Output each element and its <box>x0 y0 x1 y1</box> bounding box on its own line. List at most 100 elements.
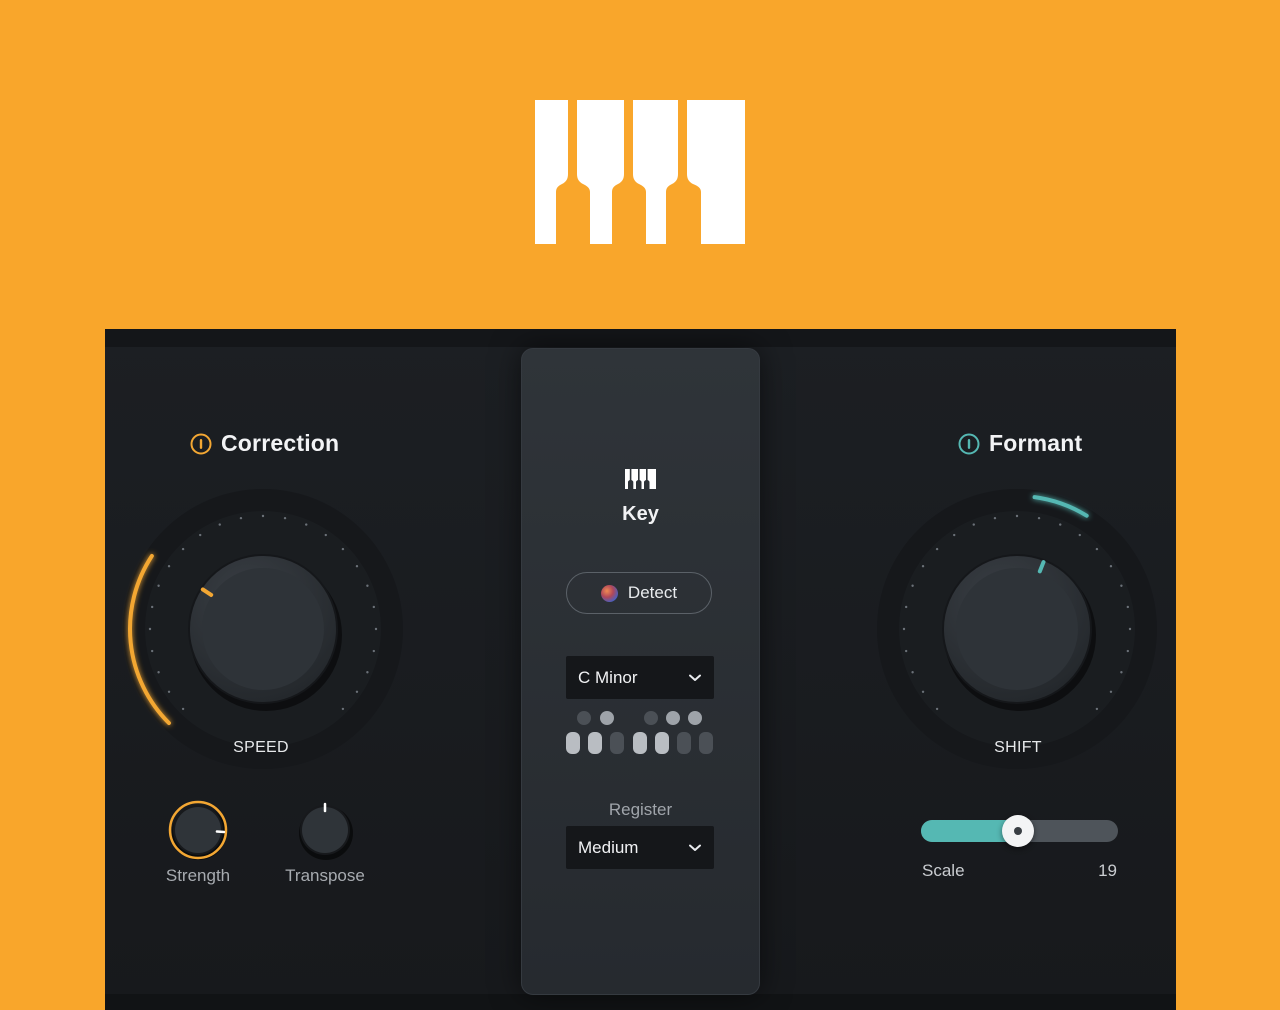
dial-tick <box>1095 547 1099 551</box>
dial-tick <box>239 516 243 520</box>
dial-tick <box>366 671 369 674</box>
dial-tick <box>904 649 908 653</box>
scale-white-key <box>677 732 691 754</box>
scale-white-key <box>655 732 669 754</box>
correction-header: Correction <box>190 430 339 457</box>
dial-tick <box>148 627 152 631</box>
dial-tick <box>1015 514 1019 518</box>
dial-tick <box>911 671 914 674</box>
dial-tick <box>218 523 221 526</box>
piano-logo-icon <box>535 100 745 244</box>
dial-tick <box>150 605 154 609</box>
dial-tick <box>1059 523 1062 526</box>
dial-tick <box>1037 516 1041 520</box>
dial-tick <box>341 547 345 551</box>
dial-tick <box>1126 605 1130 609</box>
dial-tick <box>1128 627 1132 631</box>
dial-tick <box>911 584 914 587</box>
register-select-value: Medium <box>578 837 639 857</box>
dial-tick <box>1095 707 1099 711</box>
scale-keys-indicator[interactable] <box>566 709 716 755</box>
plugin-top-bar <box>105 329 1176 347</box>
dial-tick <box>972 523 975 526</box>
key-panel: Key Detect C Minor Register Medium <box>521 348 760 995</box>
correction-power-icon[interactable] <box>190 433 212 455</box>
scale-black-key <box>577 711 591 725</box>
knob-face <box>956 568 1078 690</box>
dial-tick <box>921 565 925 568</box>
dial-tick <box>935 707 939 711</box>
chevron-down-icon <box>689 674 701 681</box>
plugin-panel: Correction SPEED Strength Transpose Key … <box>105 329 1176 1010</box>
dial-tick <box>953 533 956 537</box>
dial-tick <box>993 516 997 520</box>
scale-white-key <box>610 732 624 754</box>
dial-tick <box>261 514 265 518</box>
dial-tick <box>904 605 908 609</box>
scale-white-key <box>588 732 602 754</box>
dial-tick <box>150 649 154 653</box>
dial-tick <box>341 707 345 711</box>
dial-tick <box>181 707 185 711</box>
dial-tick <box>167 565 171 568</box>
dial-tick <box>1078 533 1081 537</box>
scale-slider-thumb[interactable] <box>1001 815 1034 847</box>
formant-title: Formant <box>989 430 1083 456</box>
register-select[interactable]: Medium <box>566 826 714 869</box>
strength-label: Strength <box>165 866 231 885</box>
dial-tick <box>374 627 378 631</box>
scale-black-key <box>644 711 658 725</box>
speed-label: SPEED <box>233 739 289 756</box>
dial-tick <box>372 605 376 609</box>
dial-tick <box>355 565 359 568</box>
knob-face <box>202 568 324 690</box>
detect-orb-icon <box>600 584 618 602</box>
key-select[interactable]: C Minor <box>566 656 714 699</box>
dial-tick <box>1126 649 1130 653</box>
dial-tick <box>1109 690 1113 693</box>
chevron-down-icon <box>689 844 701 851</box>
scale-black-key <box>666 711 680 725</box>
formant-power-icon[interactable] <box>958 433 980 455</box>
scale-black-key <box>688 711 702 725</box>
dial-tick <box>1120 671 1123 674</box>
small-knob-indicator <box>215 830 226 834</box>
formant-header: Formant <box>958 430 1082 457</box>
dial-tick <box>283 516 287 520</box>
key-select-value: C Minor <box>578 667 638 687</box>
correction-title: Correction <box>221 430 340 456</box>
dial-tick <box>305 523 308 526</box>
scale-slider[interactable] <box>921 815 1118 847</box>
scale-black-key <box>600 711 614 725</box>
dial-tick <box>157 584 160 587</box>
dial-tick <box>1120 584 1123 587</box>
dial-tick <box>921 690 925 693</box>
shift-label: SHIFT <box>994 739 1042 756</box>
dial-tick <box>181 547 185 551</box>
scale-white-key <box>699 732 713 754</box>
dial-tick <box>1109 565 1113 568</box>
dial-tick <box>366 584 369 587</box>
key-title: Key <box>622 503 659 525</box>
dial-tick <box>157 671 160 674</box>
dial-tick <box>902 627 906 631</box>
small-knob-body <box>175 807 221 853</box>
dial-tick <box>324 533 327 537</box>
scale-value: 19 <box>1098 861 1117 880</box>
dial-tick <box>935 547 939 551</box>
piano-keys-icon <box>625 469 656 489</box>
detect-label: Detect <box>627 583 678 602</box>
transpose-knob[interactable] <box>290 796 360 866</box>
small-knob-body <box>302 807 348 853</box>
dial-tick <box>355 690 359 693</box>
strength-knob[interactable] <box>163 796 233 866</box>
dial-tick <box>199 533 202 537</box>
register-label: Register <box>608 800 673 819</box>
detect-button[interactable]: Detect <box>566 572 712 614</box>
transpose-label: Transpose <box>285 866 365 885</box>
plugin-bottom-bar <box>105 994 1176 1010</box>
scale-white-key <box>566 732 580 754</box>
scale-label: Scale <box>922 861 965 880</box>
scale-white-key <box>633 732 647 754</box>
dial-tick <box>167 690 171 693</box>
